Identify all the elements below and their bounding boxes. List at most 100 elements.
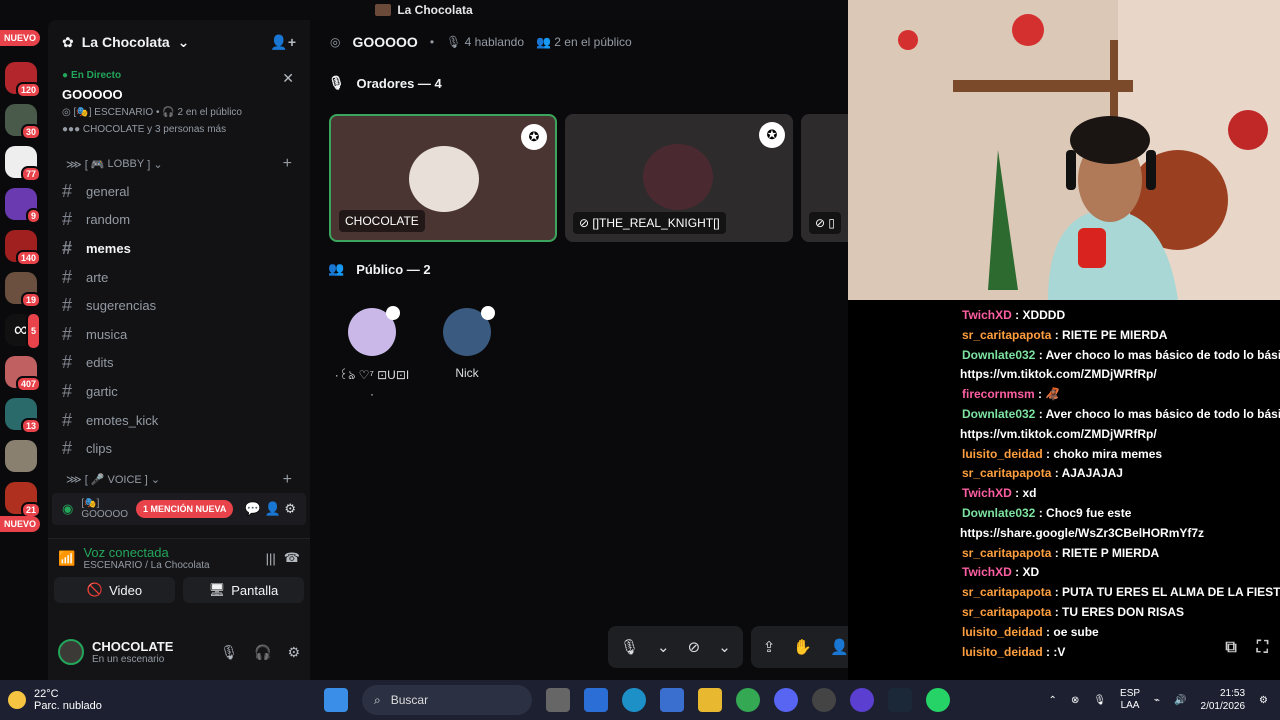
channel-item[interactable]: # edits [48, 349, 310, 378]
screen-share-icon[interactable]: ⇪ [763, 638, 776, 656]
server-icon[interactable]: 19 [5, 272, 41, 308]
live-stage-card[interactable]: En Directo GOOOOO ◎ [🎭] ESCENARIO • 🎧 2 … [56, 64, 302, 147]
move-audience-icon[interactable]: 👤 [830, 638, 849, 656]
audience-member[interactable]: ·꒰ঌ ♡⁷ ⊡U⊡I · [332, 306, 412, 401]
category-lobby[interactable]: ⋙ [ 🎮 LOBBY ] ⌄ + [48, 151, 310, 177]
volume-icon[interactable]: 🔊 [1174, 695, 1186, 706]
chat-username[interactable]: sr_caritapapota [962, 466, 1051, 480]
store-icon[interactable] [660, 688, 684, 712]
app-icon[interactable] [850, 688, 874, 712]
channel-name: emotes_kick [86, 412, 159, 428]
add-channel-icon[interactable]: + [283, 471, 292, 489]
chevron-down-icon[interactable]: ⌄ [657, 638, 670, 656]
channel-item[interactable]: # gartic [48, 377, 310, 406]
chrome-icon[interactable] [736, 688, 760, 712]
disconnect-icon[interactable]: ☎ [284, 550, 300, 566]
chat-username[interactable]: sr_caritapapota [962, 328, 1051, 342]
chat-username[interactable]: luisito_deidad [962, 447, 1043, 461]
channel-item[interactable]: # random [48, 206, 310, 235]
chat-username[interactable]: firecornmsm [962, 387, 1035, 401]
video-button[interactable]: 🚫 Video [54, 577, 175, 603]
channel-item[interactable]: # sugerencias [48, 291, 310, 320]
chat-username[interactable]: sr_caritapapota [962, 605, 1051, 619]
language-indicator[interactable]: ESP LAA [1120, 688, 1140, 712]
chevron-down-icon[interactable]: ⌄ [718, 638, 731, 656]
server-icon[interactable]: 9 [5, 188, 41, 224]
chat-username[interactable]: TwichXD [962, 565, 1012, 579]
server-icon[interactable]: 21 [5, 482, 41, 518]
mic-icon[interactable]: 🎙 [620, 638, 639, 656]
chat-username[interactable]: Downlate032 [962, 407, 1035, 421]
network-icon[interactable]: ⊗ [1071, 695, 1079, 706]
chat-text: RIETE PE MIERDA [1062, 327, 1168, 342]
mic-control[interactable]: 🎙 ⌄ ⊘ ⌄ [608, 626, 743, 668]
channel-item[interactable]: # memes [48, 234, 310, 263]
channel-item[interactable]: # musica [48, 320, 310, 349]
folder-icon[interactable] [698, 688, 722, 712]
server-icon[interactable]: 120 [5, 62, 41, 98]
channel-item[interactable]: # arte [48, 263, 310, 292]
chat-username[interactable]: luisito_deidad [962, 645, 1043, 659]
taskbar-search[interactable]: ⌕ Buscar [362, 685, 532, 715]
chat-username[interactable]: sr_caritapapota [962, 585, 1051, 599]
mention-badge[interactable]: 1 MENCIÓN NUEVA [136, 499, 234, 518]
whatsapp-icon[interactable] [926, 688, 950, 712]
chat-text: xd [1022, 486, 1037, 501]
video-off-icon[interactable]: ⊘ [688, 638, 701, 656]
mic-icon[interactable]: 🎙 [1093, 695, 1106, 706]
chat-username[interactable]: TwichXD [962, 486, 1012, 500]
channel-item[interactable]: # clips [48, 434, 310, 463]
hash-icon: # [62, 409, 73, 430]
app-icon[interactable] [584, 688, 608, 712]
avatar[interactable] [58, 639, 84, 665]
hash-icon: # [62, 237, 73, 258]
noise-suppression-icon[interactable]: ||| [266, 551, 276, 566]
task-view-icon[interactable] [546, 688, 570, 712]
discord-icon[interactable] [774, 688, 798, 712]
obs-icon[interactable] [812, 688, 836, 712]
app-icon [375, 4, 392, 16]
chat-username[interactable]: Downlate032 [962, 348, 1035, 362]
fullscreen-icon[interactable]: ⛶ [1257, 638, 1268, 658]
weather-widget[interactable]: 22°C Parc. nublado [0, 688, 300, 712]
channel-actions-icons[interactable]: 💬 👤 ⚙ [245, 501, 296, 517]
start-icon[interactable] [324, 688, 348, 712]
screen-share-button[interactable]: 🖥 Pantalla [183, 577, 304, 603]
speaker-tile[interactable]: ✪ ⊘ []THE_REAL_KNIGHT[] [565, 114, 793, 242]
voice-channel-stage[interactable]: ◉ [🎭] GOOOOO 1 MENCIÓN NUEVA 💬 👤 ⚙ [52, 492, 306, 525]
server-icon[interactable]: 13 [5, 398, 41, 434]
speaker-tile-partial[interactable]: ⊘ ▯ [801, 114, 848, 242]
edge-icon[interactable] [622, 688, 646, 712]
server-icon[interactable]: 140 [5, 230, 41, 266]
close-icon[interactable]: ✕ [282, 70, 294, 87]
steam-icon[interactable] [888, 688, 912, 712]
server-icon[interactable]: 77 [5, 146, 41, 182]
chat-username[interactable]: luisito_deidad [962, 625, 1043, 639]
server-icon[interactable]: 30 [5, 104, 41, 140]
server-header[interactable]: ✿ La Chocolata ⌄ 👤+ [48, 20, 310, 64]
mic-icon[interactable]: 🎙 [220, 644, 238, 661]
channel-item[interactable]: # general [48, 177, 310, 206]
add-channel-icon[interactable]: + [283, 155, 292, 173]
headphones-icon[interactable]: 🎧 [254, 644, 271, 661]
clock[interactable]: 21:53 2/01/2026 [1201, 687, 1246, 713]
chat-username[interactable]: TwichXD [962, 308, 1012, 322]
popout-icon[interactable]: ⧉ [1225, 638, 1236, 658]
gear-icon[interactable]: ⚙ [287, 644, 300, 661]
chat-username[interactable]: sr_caritapapota [962, 546, 1051, 560]
server-icon[interactable]: 407 [5, 356, 41, 392]
category-voice[interactable]: ⋙ [ 🎤 VOICE ] ⌄ + [48, 467, 310, 493]
infinity-server-icon[interactable]: ∞ 5 [5, 312, 41, 350]
signal-icon: 📶 [58, 549, 76, 566]
server-icon[interactable] [5, 440, 37, 472]
chevron-up-icon[interactable]: ⌃ [1049, 695, 1057, 706]
audience-member[interactable]: Nick [427, 306, 507, 380]
invite-user-icon[interactable]: 👤+ [270, 34, 296, 51]
live-tag: En Directo [62, 70, 296, 81]
wifi-icon[interactable]: ⌁ [1154, 695, 1160, 706]
notification-icon[interactable]: ⚙ [1259, 695, 1268, 706]
speaker-tile[interactable]: ✪ CHOCOLATE [329, 114, 557, 242]
chat-username[interactable]: Downlate032 [962, 506, 1035, 520]
channel-item[interactable]: # emotes_kick [48, 406, 310, 435]
hand-raise-icon[interactable]: ✋ [793, 638, 812, 656]
